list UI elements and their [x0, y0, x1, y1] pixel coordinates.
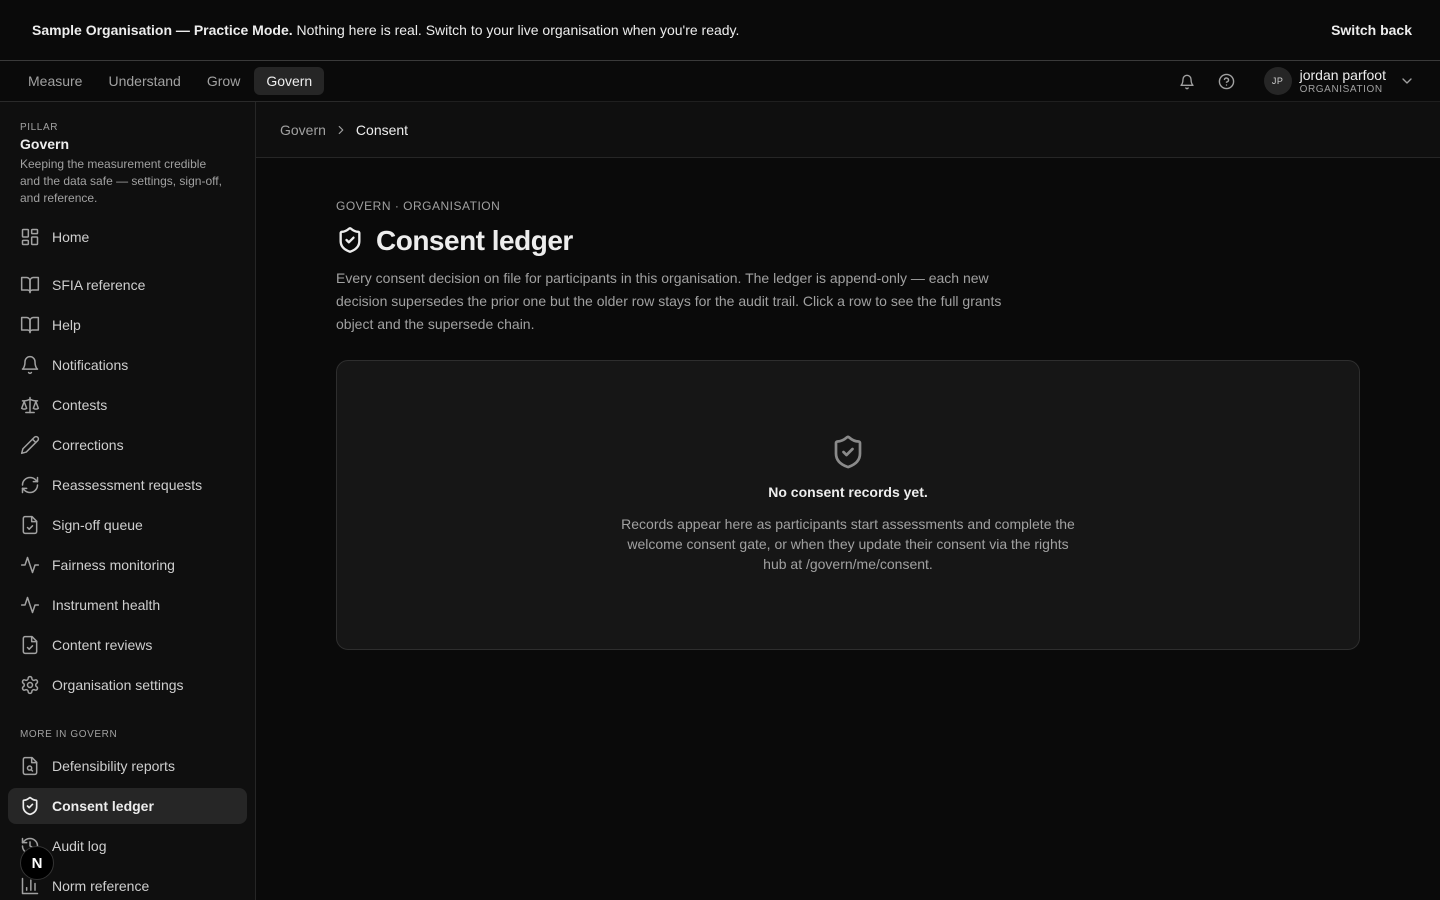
banner-lead: Sample Organisation — Practice Mode. — [32, 22, 293, 38]
user-role: ORGANISATION — [1299, 83, 1383, 95]
sidebar-item-consent-ledger[interactable]: Consent ledger — [8, 788, 247, 824]
more-in-govern-label: MORE IN GOVERN — [20, 729, 118, 740]
user-menu[interactable]: JP jordan parfoot ORGANISATION — [1263, 67, 1418, 96]
sidebar-item-contests[interactable]: Contests — [8, 387, 247, 423]
activity-icon — [20, 596, 40, 614]
tab-understand[interactable]: Understand — [96, 67, 192, 95]
empty-state-card: No consent records yet. Records appear h… — [336, 360, 1360, 650]
sidebar: PILLAR Govern Keeping the measurement cr… — [0, 102, 256, 900]
sidebar-item-defensibility-reports[interactable]: Defensibility reports — [8, 748, 247, 784]
tab-measure[interactable]: Measure — [16, 67, 94, 95]
file-search-icon — [22, 756, 38, 776]
user-info: jordan parfoot ORGANISATION — [1300, 67, 1386, 96]
sidebar-item-label: Fairness monitoring — [52, 557, 175, 573]
sidebar-item-label: Audit log — [52, 838, 107, 854]
shield-check-icon — [830, 433, 866, 474]
sidebar-item-help[interactable]: Help — [8, 307, 247, 343]
breadcrumb: Govern Consent — [256, 102, 1440, 158]
sidebar-item-reassessment-requests[interactable]: Reassessment requests — [8, 467, 247, 503]
pillar-label: PILLAR — [20, 122, 59, 133]
empty-state-title: No consent records yet. — [768, 484, 928, 500]
page-eyebrow: GOVERN · ORGANISATION — [336, 199, 501, 213]
sidebar-item-label: Content reviews — [52, 637, 153, 653]
shield-check-icon — [336, 226, 364, 257]
sidebar-item-label: Organisation settings — [52, 677, 184, 693]
page-title: Consent ledger — [376, 225, 573, 256]
banner-message: Nothing here is real. Switch to your liv… — [296, 22, 740, 38]
breadcrumb-current: Consent — [355, 121, 409, 138]
scale-icon — [20, 396, 40, 414]
avatar: JP — [1263, 67, 1292, 96]
refresh-icon — [21, 476, 39, 494]
tab-grow[interactable]: Grow — [195, 67, 252, 95]
sidebar-item-content-reviews[interactable]: Content reviews — [8, 627, 247, 663]
help-circle-icon[interactable] — [1216, 71, 1238, 93]
switch-back-button[interactable]: Switch back — [1331, 22, 1412, 38]
top-nav-actions: JP jordan parfoot ORGANISATION — [1176, 61, 1418, 102]
pencil-icon — [20, 435, 40, 455]
assistant-launcher-button[interactable]: N — [20, 846, 54, 880]
sidebar-item-label: Help — [52, 317, 81, 333]
main-content: GOVERN · ORGANISATION Consent ledger Eve… — [336, 158, 1360, 650]
sidebar-item-home[interactable]: Home — [8, 219, 247, 255]
bell-icon — [21, 355, 39, 375]
shield-check-icon — [22, 796, 38, 816]
chevron-down-icon — [1396, 70, 1418, 92]
pillar-title: Govern — [20, 136, 70, 152]
sidebar-item-instrument-health[interactable]: Instrument health — [8, 587, 247, 623]
empty-state-description: Records appear here as participants star… — [621, 516, 1075, 572]
sidebar-item-label: Norm reference — [52, 878, 150, 894]
activity-icon — [20, 556, 40, 574]
chevron-right-icon — [334, 123, 348, 137]
top-nav: Measure Understand Grow Govern JP jordan… — [0, 61, 1440, 102]
title-row: Consent ledger — [336, 225, 1360, 257]
breadcrumb-govern-link[interactable]: Govern — [280, 122, 326, 138]
file-check-icon — [22, 635, 38, 655]
page-description: Every consent decision on file for parti… — [336, 270, 1002, 332]
sidebar-item-label: Contests — [52, 397, 108, 413]
sidebar-item-label: Defensibility reports — [52, 758, 175, 774]
sidebar-item-organisation-settings[interactable]: Organisation settings — [8, 667, 247, 703]
grid-icon — [21, 228, 39, 246]
sidebar-item-fairness-monitoring[interactable]: Fairness monitoring — [8, 547, 247, 583]
gear-icon — [21, 675, 39, 695]
sidebar-item-sign-off-queue[interactable]: Sign-off queue — [8, 507, 247, 543]
pillar-tabs: Measure Understand Grow Govern — [0, 61, 350, 102]
book-icon — [20, 276, 40, 294]
user-name: jordan parfoot — [1299, 67, 1386, 84]
sidebar-item-corrections[interactable]: Corrections — [8, 427, 247, 463]
sidebar-item-label: SFIA reference — [52, 277, 146, 293]
tab-govern[interactable]: Govern — [254, 66, 325, 95]
sidebar-item-label: Instrument health — [52, 597, 161, 613]
book-icon — [20, 316, 40, 334]
sidebar-item-label: Reassessment requests — [52, 477, 203, 493]
sidebar-item-label: Sign-off queue — [52, 517, 143, 533]
banner-text: Sample Organisation — Practice Mode. Not… — [32, 22, 739, 38]
bell-icon[interactable] — [1176, 71, 1198, 93]
pillar-description: Keeping the measurement credible and the… — [20, 157, 222, 205]
sidebar-item-label: Notifications — [52, 357, 129, 373]
practice-mode-banner: Sample Organisation — Practice Mode. Not… — [0, 0, 1440, 61]
sidebar-item-label: Corrections — [52, 437, 124, 453]
sidebar-item-sfia-reference[interactable]: SFIA reference — [8, 267, 247, 303]
sidebar-item-notifications[interactable]: Notifications — [8, 347, 247, 383]
sidebar-item-label: Home — [52, 229, 90, 245]
sidebar-item-label: Consent ledger — [52, 798, 154, 814]
file-check-icon — [22, 515, 38, 535]
